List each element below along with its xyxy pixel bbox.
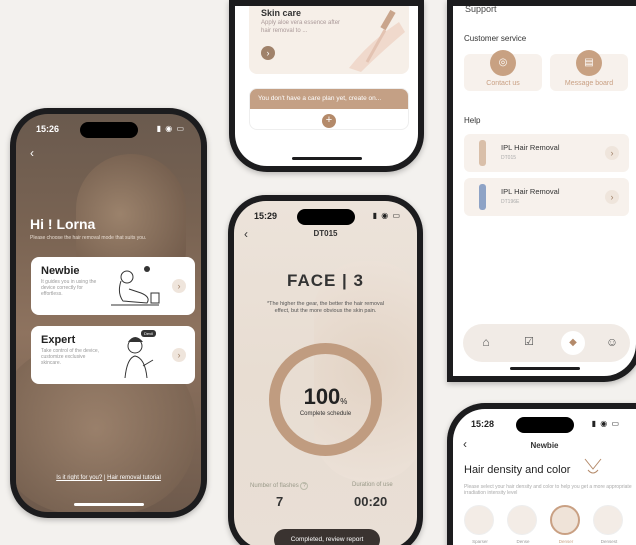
profile-icon[interactable]: ☺ <box>604 335 620 351</box>
help-icon[interactable]: ? <box>300 482 309 490</box>
message-board-label: Message board <box>564 80 614 87</box>
expert-illustration <box>124 337 154 379</box>
phone-care-plan: Skin care Apply aloe vera essence after … <box>229 0 424 172</box>
status-icons: ▮ ◉ ▭ <box>591 419 620 428</box>
phone-mode-select: 15:26 ▮ ◉ ▭ ‹ Hi ! Lorna Please choose t… <box>10 108 207 518</box>
density-option-denser[interactable]: Denser <box>550 505 582 544</box>
density-option-label: Dense <box>516 539 530 544</box>
status-time: 15:26 <box>36 124 60 134</box>
expert-card[interactable]: Expert Take control of the device, custo… <box>31 326 195 384</box>
phone-support: Support Customer service ◎ Contact us ▤ … <box>447 0 636 382</box>
care-plan-message: You don't have a care plan yet, create o… <box>250 89 408 109</box>
density-option-label: Sparser <box>472 539 488 544</box>
message-icon: ▤ <box>576 50 602 76</box>
device-icon <box>479 140 486 166</box>
chevron-right-icon[interactable]: › <box>605 146 619 160</box>
page-heading: Hair density and color <box>464 464 571 476</box>
home-indicator <box>291 157 362 160</box>
hair-icon <box>584 458 602 474</box>
footer-separator: | <box>103 475 106 481</box>
chevron-right-icon[interactable]: › <box>172 279 186 293</box>
suitability-link[interactable]: Is it right for you? <box>56 475 102 481</box>
add-plan-icon[interactable]: + <box>322 114 336 128</box>
chevron-right-icon[interactable]: › <box>605 190 619 204</box>
contact-us-label: Contact us <box>486 80 520 87</box>
density-option-dense[interactable]: Dense <box>507 505 539 544</box>
dynamic-island <box>515 417 574 433</box>
tutorial-link[interactable]: Hair removal tutorial <box>107 475 161 481</box>
status-time: 15:28 <box>471 419 495 429</box>
flashes-label: Number of flashes ? <box>250 482 309 490</box>
care-plan-banner[interactable]: You don't have a care plan yet, create o… <box>249 88 409 130</box>
home-icon[interactable]: ⌂ <box>478 335 494 351</box>
phone-hair-density: 15:28 ▮ ◉ ▭ ‹ Newbie Hair density and co… <box>447 403 636 545</box>
screen: 15:28 ▮ ◉ ▭ ‹ Newbie Hair density and co… <box>453 409 636 545</box>
contact-us-button[interactable]: ◎ Contact us <box>464 50 542 91</box>
home-indicator <box>509 367 580 370</box>
customer-service-label: Customer service <box>464 34 527 43</box>
screen: 15:29 ▮ ◉ ▭ ‹ DT015 FACE | 3 *The higher… <box>234 201 417 545</box>
message-board-button[interactable]: ▤ Message board <box>550 50 628 91</box>
dynamic-island <box>296 209 355 225</box>
density-option-sparser[interactable]: Sparser <box>464 505 496 544</box>
device-name: IPL Hair Removal <box>501 187 560 196</box>
headset-icon: ◎ <box>490 50 516 76</box>
progress-percent: 100 <box>303 384 341 409</box>
percent-unit: % <box>340 397 348 406</box>
device-name: IPL Hair Removal <box>501 143 560 152</box>
device-model: DT196E <box>501 199 520 205</box>
face-level: FACE | 3 <box>287 271 364 290</box>
chevron-right-icon[interactable]: › <box>172 348 186 362</box>
calendar-icon[interactable]: ☑ <box>521 335 537 351</box>
nav-title: Newbie <box>530 441 559 450</box>
home-indicator <box>73 503 144 506</box>
flashes-value: 7 <box>276 494 284 509</box>
dynamic-island <box>79 122 138 138</box>
progress-label: Complete schedule <box>299 411 352 417</box>
status-icons: ▮ ◉ ▭ <box>156 124 185 133</box>
tab-bar: ⌂ ☑ ◆ ☺ <box>463 324 630 362</box>
duration-value: 00:20 <box>354 494 388 509</box>
gear-note: *The higher the gear, the better the hai… <box>266 301 385 314</box>
dense-swatch <box>507 505 537 535</box>
skincare-title: Skin care <box>261 8 302 18</box>
page-description: Please select your hair density and colo… <box>464 484 632 496</box>
device-item[interactable]: IPL Hair Removal DT196E › <box>464 178 629 216</box>
skincare-card[interactable]: Skin care Apply aloe vera essence after … <box>249 6 409 74</box>
status-icons: ▮ ◉ ▭ <box>372 211 401 220</box>
skincare-desc: Apply aloe vera essence after hair remov… <box>261 20 341 34</box>
phone-session-result: 15:29 ▮ ◉ ▭ ‹ DT015 FACE | 3 *The higher… <box>228 195 423 545</box>
device-icon <box>479 184 486 210</box>
densest-swatch <box>593 505 623 535</box>
density-option-label: Densest <box>600 539 618 544</box>
screen: 15:26 ▮ ◉ ▭ ‹ Hi ! Lorna Please choose t… <box>16 114 201 512</box>
device-item[interactable]: IPL Hair Removal DT015 › <box>464 134 629 172</box>
expert-badge: Devil <box>141 330 156 337</box>
status-time: 15:29 <box>254 211 278 221</box>
greeting-subtitle: Please choose the hair removal mode that… <box>30 235 147 241</box>
newbie-card[interactable]: Newbie It guides you in using the device… <box>31 257 195 315</box>
device-model: DT015 <box>501 155 517 161</box>
screen: Skin care Apply aloe vera essence after … <box>235 6 418 166</box>
greeting: Hi ! Lorna <box>30 216 96 232</box>
denser-swatch <box>550 505 580 535</box>
newbie-illustration <box>111 266 160 306</box>
sparser-swatch <box>464 505 494 535</box>
duration-label: Duration of use <box>352 482 393 488</box>
density-option-label: Denser <box>558 539 574 544</box>
support-heading: Support <box>465 6 497 14</box>
review-report-button[interactable]: Completed, review report <box>274 529 380 545</box>
expert-desc: Take control of the device, customize ex… <box>41 348 100 366</box>
help-heading: Help <box>464 116 481 125</box>
device-tab-icon[interactable]: ◆ <box>561 331 585 355</box>
back-icon[interactable]: ‹ <box>30 146 34 160</box>
newbie-desc: It guides you in using the device correc… <box>41 279 97 297</box>
density-options: Sparser Dense Denser Densest <box>464 505 636 545</box>
screen: Support Customer service ◎ Contact us ▤ … <box>453 6 636 376</box>
chevron-right-icon[interactable]: › <box>261 46 275 60</box>
progress-value: 100% <box>234 384 417 410</box>
density-option-densest[interactable]: Densest <box>593 505 625 544</box>
skincare-illustration <box>349 9 405 72</box>
nav-title: DT015 <box>313 229 338 238</box>
